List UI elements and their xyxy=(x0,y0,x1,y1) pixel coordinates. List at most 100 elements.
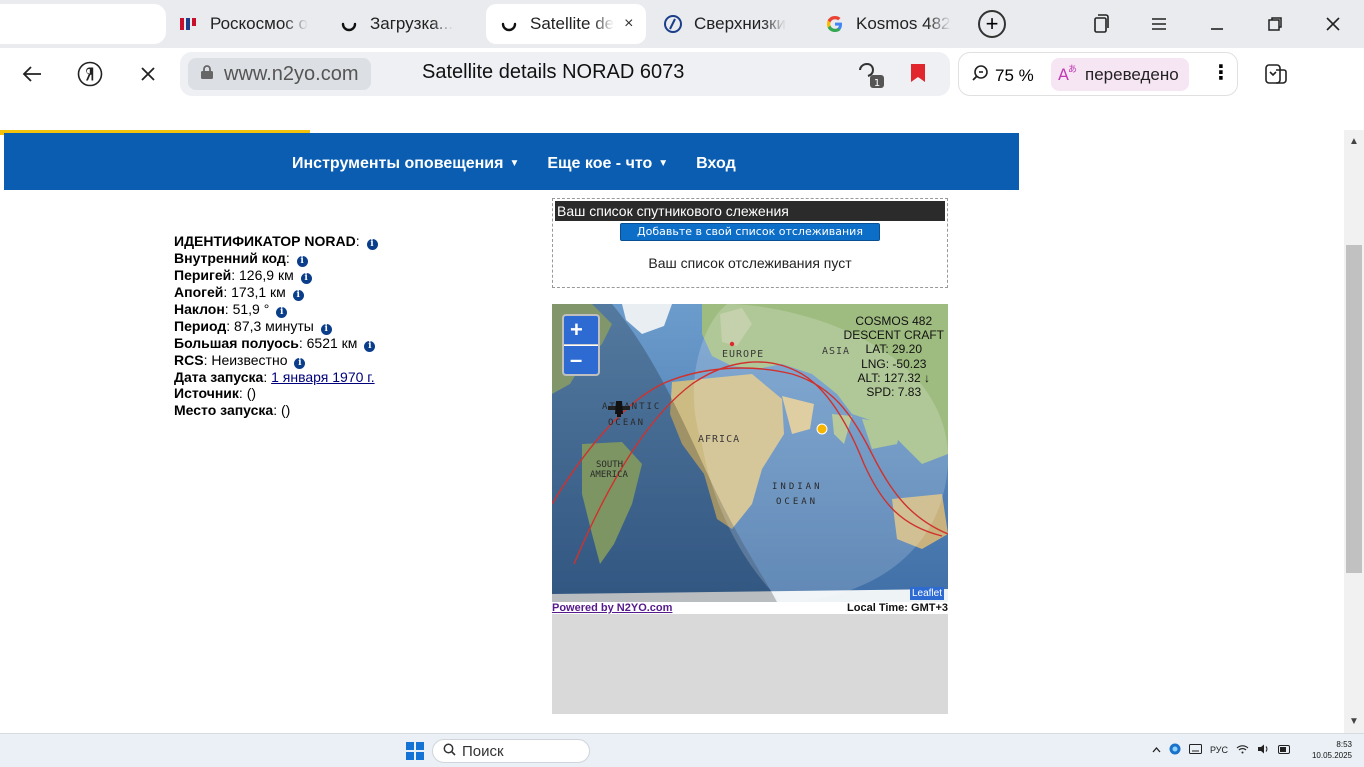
info-icon[interactable]: i xyxy=(366,239,378,250)
info-icon[interactable]: i xyxy=(296,256,308,267)
menu-icon[interactable] xyxy=(1142,8,1176,40)
wifi-icon[interactable] xyxy=(1236,744,1249,756)
watchlist-box: Ваш список спутникового слежения Добавьт… xyxy=(552,198,948,288)
tab-satellite-details[interactable]: Satellite de × xyxy=(486,4,646,44)
info-icon[interactable]: i xyxy=(364,341,376,352)
nav-alert-tools[interactable]: Инструменты оповещения ▼ xyxy=(292,155,519,173)
info-row-perigee: Перигей: 126,9 км i xyxy=(174,267,378,284)
ad-placeholder xyxy=(552,614,948,714)
battery-icon[interactable] xyxy=(1278,744,1291,756)
powered-by-link[interactable]: Powered by N2YO.com xyxy=(552,602,672,614)
restore-icon[interactable] xyxy=(1258,8,1292,40)
scroll-up-icon[interactable]: ▲ xyxy=(1348,136,1360,148)
site-favicon-icon xyxy=(662,13,684,35)
site-domain-chip[interactable]: www.n2yo.com xyxy=(188,58,371,90)
tab-label: Роскосмос о xyxy=(210,14,308,33)
nav-more[interactable]: Еще кое - что ▼ xyxy=(547,155,668,173)
launch-date-link[interactable]: 1 января 1970 г. xyxy=(271,369,374,385)
tab-blank[interactable] xyxy=(0,4,166,44)
caret-down-icon: ▼ xyxy=(509,158,520,169)
windows-start-icon[interactable] xyxy=(406,742,424,760)
sat-alt: ALT: 127.32 ↓ xyxy=(857,370,931,385)
sat-name: COSMOS 482 xyxy=(855,314,933,328)
browser-tray-icon[interactable] xyxy=(1169,743,1181,757)
translate-label: переведено xyxy=(1085,64,1179,84)
svg-text:1: 1 xyxy=(874,78,880,89)
extension-icon[interactable]: 1 xyxy=(856,60,886,95)
map-zoom-in-button[interactable]: + xyxy=(564,316,598,345)
satellite-map[interactable]: EUROPE ASIA AFRICA ATLANTIC OCEAN SOUTH … xyxy=(552,304,948,602)
tab-sverkhnizkie[interactable]: Сверхнизки xyxy=(650,4,812,44)
minimize-icon[interactable] xyxy=(1200,8,1234,40)
svg-text:EUROPE: EUROPE xyxy=(722,349,764,360)
tab-loading[interactable]: Загрузка... xyxy=(326,4,484,44)
clock-date: 10.05.2025 xyxy=(1311,751,1352,760)
caret-down-icon: ▼ xyxy=(658,158,669,169)
svg-text:あ: あ xyxy=(1068,64,1077,75)
tab-close-icon[interactable]: × xyxy=(624,15,633,33)
address-bar[interactable]: www.n2yo.com Satellite details NORAD 607… xyxy=(180,52,950,96)
scroll-down-icon[interactable]: ▼ xyxy=(1348,716,1360,728)
zoom-translate-panel: 75 % Aあ переведено ⋮ xyxy=(958,52,1238,96)
leaflet-attribution-link[interactable]: Leaflet xyxy=(909,587,944,600)
more-options-icon[interactable]: ⋮ xyxy=(1211,63,1231,83)
new-tab-button[interactable]: + xyxy=(978,10,1006,38)
info-icon[interactable]: i xyxy=(300,273,312,284)
map-zoom-out-button[interactable]: – xyxy=(564,346,598,374)
vertical-scrollbar[interactable]: ▲ ▼ xyxy=(1344,130,1364,733)
tab-roscosmos[interactable]: Роскосмос о xyxy=(166,4,324,44)
volume-icon[interactable] xyxy=(1257,744,1270,756)
info-row-apogee: Апогей: 173,1 км i xyxy=(174,284,378,301)
translate-button[interactable]: Aあ переведено xyxy=(1051,58,1189,91)
sidebar-panel-icon[interactable] xyxy=(1258,56,1294,92)
info-row-source: Источник: () xyxy=(174,385,257,402)
roscosmos-logo-icon xyxy=(178,13,200,35)
sat-lng: LNG: -50.23 xyxy=(861,356,927,371)
scrollbar-thumb[interactable] xyxy=(1346,245,1362,573)
info-icon[interactable]: i xyxy=(294,358,306,369)
zoom-level[interactable]: 75 % xyxy=(971,64,1034,87)
info-icon[interactable]: i xyxy=(292,290,304,301)
satellite-position-readout: COSMOS 482 DESCENT CRAFT LAT: 29.20 LNG:… xyxy=(844,314,944,399)
info-icon[interactable]: i xyxy=(320,324,332,335)
windows-taskbar: Поиск РУС 8:53 10.05.2025 xyxy=(0,733,1364,767)
add-to-watchlist-button[interactable]: Добавьте в свой список отслеживания xyxy=(620,223,880,241)
info-icon[interactable]: i xyxy=(276,307,288,318)
close-window-icon[interactable] xyxy=(1316,8,1350,40)
nav-login[interactable]: Вход xyxy=(696,155,736,173)
translate-icon: Aあ xyxy=(1057,62,1079,87)
input-language[interactable]: РУС xyxy=(1210,745,1228,755)
watchlist-header: Ваш список спутникового слежения xyxy=(555,201,945,221)
tab-kosmos-482[interactable]: Kosmos 482 xyxy=(812,4,972,44)
svg-text:OCEAN: OCEAN xyxy=(608,418,645,428)
taskbar-clock[interactable]: 8:53 10.05.2025 xyxy=(1306,739,1352,761)
back-button[interactable] xyxy=(14,56,50,92)
tab-label: Сверхнизки xyxy=(694,14,786,33)
loading-spinner-icon xyxy=(338,13,360,35)
site-navbar: Инструменты оповещения ▼ Еще кое - что ▼ В… xyxy=(4,133,1019,190)
taskbar-search[interactable]: Поиск xyxy=(432,739,590,763)
browser-tab-strip: Роскосмос о Загрузка... Satellite de × С… xyxy=(0,0,1364,48)
bookmark-icon[interactable] xyxy=(910,63,926,88)
tabs-collection-icon[interactable] xyxy=(1084,8,1118,40)
sat-lat: LAT: 29.20 xyxy=(865,342,923,357)
city-marker xyxy=(729,341,735,347)
keyboard-icon[interactable] xyxy=(1189,744,1202,756)
local-time-label: Local Time: GMT+3 xyxy=(847,602,948,614)
tab-label: Загрузка... xyxy=(370,14,453,33)
map-zoom-control: + – xyxy=(562,314,600,376)
tray-chevron-icon[interactable] xyxy=(1152,745,1161,755)
zoom-magnifier-icon xyxy=(971,64,989,87)
google-icon xyxy=(824,13,846,35)
info-row-inclination: Наклон: 51,9 ° i xyxy=(174,301,378,318)
info-row-internal-code: Внутренний код: i xyxy=(174,250,378,267)
info-row-rcs: RCS: Неизвестно i xyxy=(174,352,378,369)
system-tray: РУС xyxy=(1152,743,1291,757)
stop-loading-button[interactable] xyxy=(130,56,166,92)
satellite-info: ИДЕНТИФИКАТОР NORAD: i Внутренний код: i… xyxy=(174,233,378,418)
search-icon xyxy=(443,743,456,760)
clock-time: 8:53 xyxy=(1336,740,1352,749)
yandex-logo-icon[interactable] xyxy=(72,56,108,92)
sat-spd: SPD: 7.83 xyxy=(866,385,922,400)
domain-text: www.n2yo.com xyxy=(224,62,359,85)
